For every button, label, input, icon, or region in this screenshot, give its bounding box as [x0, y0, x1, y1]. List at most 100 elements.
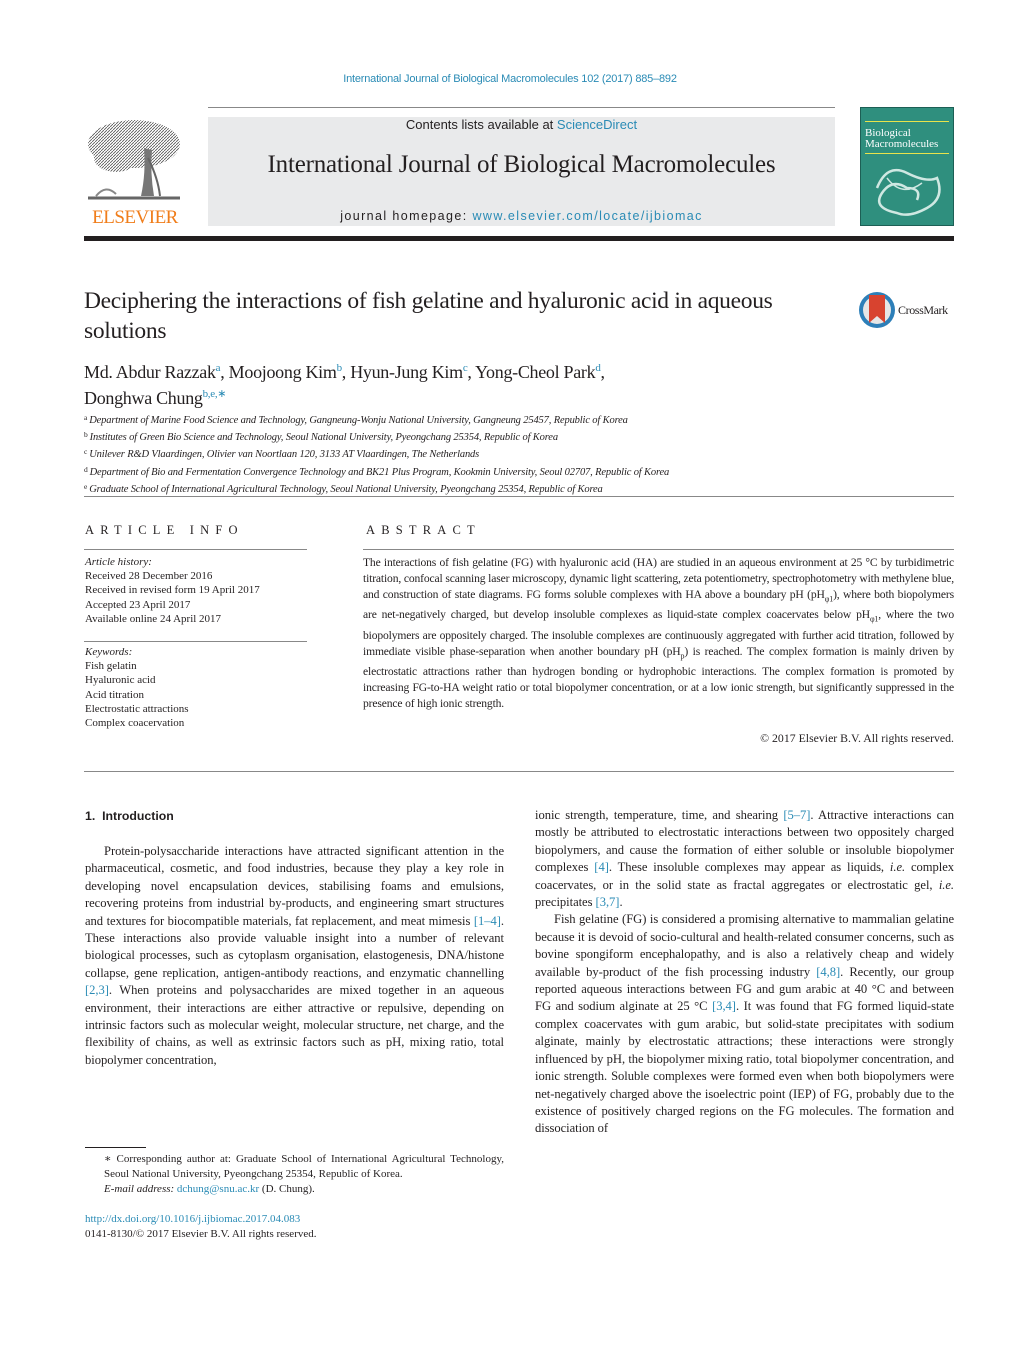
text: .: [619, 895, 623, 910]
author[interactable]: Donghwa Chungb,e,∗: [84, 388, 226, 408]
citation-link[interactable]: [1–4]: [474, 914, 501, 928]
sciencedirect-link[interactable]: ScienceDirect: [557, 117, 637, 132]
author-name: Donghwa Chung: [84, 388, 203, 408]
article-title: Deciphering the interactions of fish gel…: [84, 288, 773, 344]
cover-rule: [865, 121, 949, 122]
affiliation-text: Institutes of Green Bio Science and Tech…: [89, 432, 558, 444]
affiliation-list: a Department of Marine Food Science and T…: [84, 411, 954, 497]
history-item: Received in revised form 19 April 2017: [85, 584, 260, 597]
corresponding-author-note: ∗ Corresponding author at: Graduate Scho…: [104, 1153, 504, 1180]
homepage-link[interactable]: www.elsevier.com/locate/ijbiomac: [472, 209, 702, 223]
protein-structure-icon: [875, 168, 941, 216]
homepage-line: journal homepage: www.elsevier.com/locat…: [208, 209, 835, 223]
affiliation-item: e Graduate School of International Agricu…: [84, 480, 954, 497]
divider: [84, 641, 307, 642]
text: . When proteins and polysaccharides are …: [85, 983, 504, 1067]
footnote-rule: [85, 1147, 146, 1148]
section-divider: [84, 496, 954, 497]
contents-line: Contents lists available at ScienceDirec…: [208, 117, 835, 132]
affiliation-mark: b: [84, 430, 88, 440]
citation-link[interactable]: [4,8]: [816, 965, 840, 979]
text: Protein-polysaccharide interactions have…: [85, 844, 504, 928]
contents-prefix: Contents lists available at: [405, 117, 557, 132]
citation-link[interactable]: [3,7]: [596, 895, 620, 909]
paragraph: Protein-polysaccharide interactions have…: [85, 843, 504, 1069]
section-heading: 1. Introduction: [85, 809, 174, 823]
cover-title: Biological Macromolecules: [865, 128, 938, 150]
author-name: Yong-Cheol Park: [475, 362, 596, 382]
citation-link[interactable]: [2,3]: [85, 983, 109, 997]
history-item: Available online 24 April 2017: [85, 612, 222, 625]
separator: ,: [600, 362, 606, 382]
separator: ,: [467, 362, 476, 382]
text: precipitates: [535, 895, 596, 910]
crossmark-badge[interactable]: CrossMark: [858, 291, 958, 331]
keywords: Keywords: Fish gelatin Hyaluronic acid A…: [85, 645, 315, 730]
doi-block: http://dx.doi.org/10.1016/j.ijbiomac.201…: [85, 1212, 504, 1242]
section-divider: [84, 771, 954, 772]
cover-rule: [865, 153, 949, 154]
affiliation-mark: c: [84, 447, 88, 457]
keyword-item: Hyaluronic acid: [85, 674, 156, 687]
affiliation-mark: e: [84, 481, 88, 491]
article-history: Article history: Received 28 December 20…: [85, 555, 315, 626]
keyword-item: Complex coacervation: [85, 717, 185, 730]
paragraph: ionic strength, temperature, time, and s…: [535, 807, 954, 911]
elsevier-wordmark: ELSEVIER: [92, 207, 178, 228]
header-thick-rule: [84, 236, 954, 241]
email-label: E-mail address:: [104, 1183, 175, 1195]
doi-link[interactable]: http://dx.doi.org/10.1016/j.ijbiomac.201…: [85, 1212, 504, 1227]
author-name: Moojoong Kim: [228, 362, 337, 382]
affiliation-mark: d: [84, 464, 88, 474]
issn-line: 0141-8130/© 2017 Elsevier B.V. All right…: [85, 1228, 317, 1240]
author-list: Md. Abdur Razzaka, Moojoong Kimb, Hyun-J…: [84, 357, 844, 409]
affiliation-link[interactable]: b,e,∗: [203, 388, 227, 400]
history-item: Received 28 December 2016: [85, 570, 213, 583]
author[interactable]: Moojoong Kimb: [229, 362, 342, 382]
history-label: Article history:: [85, 556, 152, 568]
elsevier-logo[interactable]: ELSEVIER: [84, 116, 186, 228]
separator: ,: [341, 362, 351, 382]
homepage-prefix: journal homepage:: [340, 209, 473, 223]
copyright-notice: © 2017 Elsevier B.V. All rights reserved…: [760, 731, 954, 745]
journal-title: International Journal of Biological Macr…: [267, 151, 776, 178]
email-line: E-mail address: dchung@snu.ac.kr (D. Chu…: [85, 1182, 504, 1197]
author-name: Hyun-Jung Kim: [350, 362, 463, 382]
affiliation-text: Department of Bio and Fermentation Conve…: [89, 466, 670, 478]
affiliation-item: a Department of Marine Food Science and T…: [84, 411, 954, 428]
keyword-item: Electrostatic attractions: [85, 702, 189, 715]
email-link[interactable]: dchung@snu.ac.kr: [177, 1183, 259, 1195]
text: ionic strength, temperature, time, and s…: [535, 808, 784, 822]
separator: ,: [220, 362, 229, 382]
affiliation-text: Department of Marine Food Science and Te…: [89, 415, 628, 426]
footnotes: ∗ Corresponding author at: Graduate Scho…: [85, 1152, 504, 1197]
author[interactable]: Md. Abdur Razzaka: [84, 362, 221, 382]
elsevier-tree-icon: [88, 120, 180, 200]
divider: [84, 549, 307, 550]
citation-link[interactable]: [5–7]: [783, 808, 810, 822]
crossmark-icon: [859, 292, 895, 328]
citation-link[interactable]: [4]: [594, 860, 609, 874]
affiliation-mark: a: [84, 413, 88, 422]
affiliation-item: b Institutes of Green Bio Science and Tec…: [84, 428, 954, 445]
body-column-left: Protein-polysaccharide interactions have…: [85, 843, 504, 1069]
cover-title-line: Macromolecules: [865, 138, 939, 150]
body-column-right: ionic strength, temperature, time, and s…: [535, 807, 954, 1138]
journal-cover-thumbnail[interactable]: Biological Macromolecules: [860, 107, 954, 226]
keyword-item: Acid titration: [85, 688, 144, 701]
text: i.e.: [889, 860, 906, 875]
masthead: Contents lists available at ScienceDirec…: [208, 117, 835, 226]
affiliation-text: Graduate School of International Agricul…: [89, 483, 603, 495]
header-divider: [208, 107, 835, 108]
email-suffix: (D. Chung).: [259, 1183, 315, 1195]
abstract-text: The interactions of fish gelatine (FG) w…: [363, 555, 954, 712]
keywords-label: Keywords:: [85, 646, 133, 658]
author[interactable]: Hyun-Jung Kimc: [350, 362, 467, 382]
text: . These insoluble complexes may appear a…: [608, 860, 890, 875]
text: i.e.: [938, 877, 954, 892]
journal-citation-link[interactable]: International Journal of Biological Macr…: [0, 73, 1020, 85]
author[interactable]: Yong-Cheol Parkd: [475, 362, 601, 382]
citation-link[interactable]: [3,4]: [712, 999, 736, 1013]
affiliation-text: Unilever R&D Vlaardingen, Olivier van No…: [89, 449, 480, 461]
article-info-heading: ARTICLE INFO: [85, 523, 244, 537]
